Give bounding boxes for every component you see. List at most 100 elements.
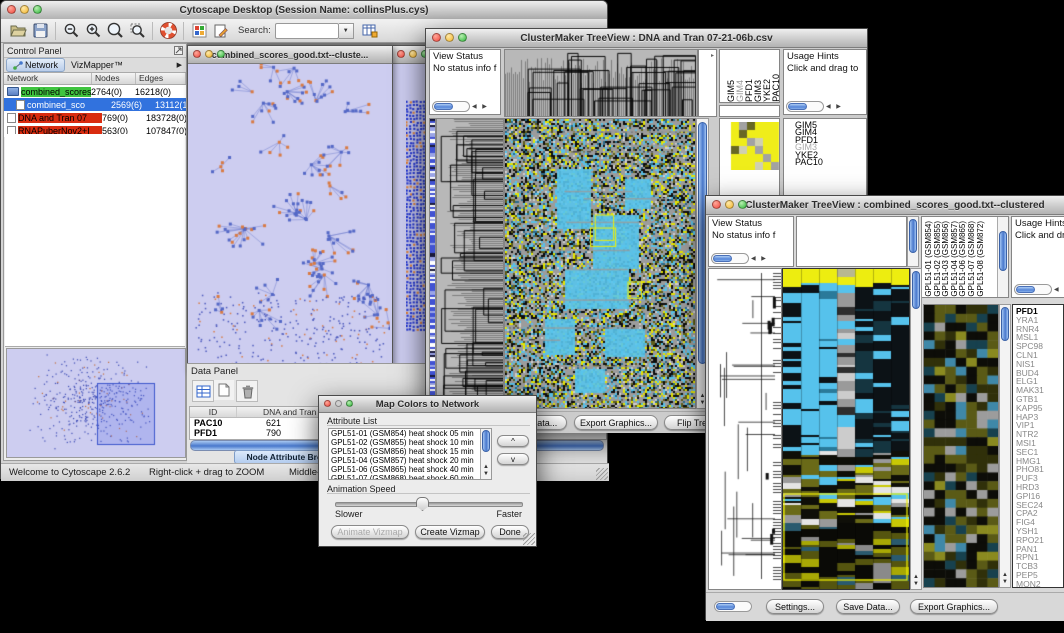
tv1-usage-hints-pane: Usage Hints Click and drag to ◀ ▶ — [783, 49, 867, 115]
network-overview-canvas[interactable] — [7, 349, 183, 455]
export-graphics-button[interactable]: Export Graphics... — [574, 415, 658, 430]
create-vizmap-button[interactable]: Create Vizmap — [415, 525, 485, 539]
gene-label[interactable]: PAC10 — [795, 159, 866, 166]
close-icon[interactable] — [712, 200, 721, 209]
attribute-item[interactable]: GPL51-02 (GSM855) heat shock 10 min — [329, 438, 491, 447]
minimize-icon[interactable] — [409, 50, 417, 58]
minimize-icon[interactable] — [205, 50, 213, 58]
similarity-matrix-canvas[interactable] — [730, 122, 780, 170]
treeview1-titlebar[interactable]: ClusterMaker TreeView : DNA and Tran 07-… — [426, 29, 867, 48]
heatmap-canvas[interactable] — [505, 119, 695, 408]
minimize-icon[interactable] — [20, 5, 29, 14]
network-list-row[interactable]: DNA and Tran 07 769(0) 183728(0) — [4, 111, 186, 124]
close-icon[interactable] — [193, 50, 201, 58]
table-mode-button[interactable] — [192, 380, 214, 402]
zoom-icon[interactable] — [458, 33, 467, 42]
close-icon[interactable] — [324, 400, 331, 407]
usage-hints-title: Usage Hints — [1012, 217, 1064, 230]
column-label[interactable]: GPL51-08 (GSM872) — [977, 221, 986, 297]
zoom-fit-button[interactable] — [105, 21, 125, 41]
network-doc-icon — [16, 100, 25, 110]
row-dendrogram-canvas[interactable] — [709, 269, 781, 589]
network-window-title: combined_scores_good.txt--cluste... — [212, 50, 369, 60]
zoom-icon[interactable] — [33, 5, 42, 14]
new-document-icon — [218, 383, 230, 397]
delete-attribute-button[interactable] — [236, 380, 258, 402]
pane-hscrollbar[interactable]: ◀ ▶ — [786, 101, 843, 112]
tv2-heatmap-vscrollbar[interactable]: ▲▼ — [910, 268, 922, 590]
treeview2-titlebar[interactable]: ClusterMaker TreeView : combined_scores_… — [706, 196, 1064, 215]
gene-label[interactable]: MON2 — [1016, 580, 1063, 588]
open-session-button[interactable] — [8, 21, 28, 41]
dialog-titlebar[interactable]: Map Colors to Network — [319, 396, 536, 413]
settings-button[interactable]: Settings... — [766, 599, 824, 614]
attribute-item[interactable]: GPL51-07 (GSM868) heat shock 60 min — [329, 474, 491, 480]
column-label[interactable]: PAC10 — [772, 74, 780, 102]
tab-vizmapper[interactable]: VizMapper™ — [65, 59, 129, 71]
tv2-column-labels: GPL51-01 (GSM854)GPL51-02 (GSM855)GPL51-… — [922, 217, 996, 297]
help-button[interactable] — [158, 21, 178, 41]
pane-hscrollbar[interactable]: ◀ ▶ — [432, 101, 489, 112]
col-nodes[interactable]: Nodes — [92, 73, 136, 84]
close-icon[interactable] — [7, 5, 16, 14]
save-data-button[interactable]: Save Data... — [836, 599, 900, 614]
pane-hscrollbar[interactable]: ◀ ▶ — [711, 253, 768, 264]
status-hint-zoom: Right-click + drag to ZOOM — [149, 467, 264, 478]
column-dendrogram-canvas[interactable] — [505, 50, 697, 116]
labels-vscrollbar[interactable] — [997, 217, 1008, 297]
zoom-icon[interactable] — [738, 200, 747, 209]
close-icon[interactable] — [432, 33, 441, 42]
col-network[interactable]: Network — [4, 73, 92, 84]
tv1-global-strip-canvas[interactable] — [429, 118, 436, 411]
zoom-out-button[interactable] — [61, 21, 81, 41]
zoom-icon[interactable] — [217, 50, 225, 58]
col-edges[interactable]: Edges — [136, 73, 186, 84]
gene-heatmap-canvas[interactable] — [924, 305, 998, 587]
network-list-row[interactable]: combined_scores 2764(0) 16218(0) — [4, 85, 186, 98]
close-icon[interactable] — [397, 50, 405, 58]
resize-grip[interactable] — [596, 468, 608, 480]
zoom-icon[interactable] — [346, 400, 353, 407]
col-id[interactable]: ID — [190, 407, 237, 417]
heatmap-canvas[interactable] — [783, 269, 909, 589]
annotation-button[interactable] — [211, 21, 231, 41]
attribute-browser-button[interactable] — [360, 21, 380, 41]
move-up-button[interactable]: ^ — [497, 435, 529, 447]
attribute-item[interactable]: GPL51-04 (GSM857) heat shock 20 min — [329, 456, 491, 465]
export-graphics-button[interactable]: Export Graphics... — [910, 599, 998, 614]
vizmapper-button[interactable] — [189, 21, 209, 41]
minimize-icon[interactable] — [725, 200, 734, 209]
pane-arrow-icon[interactable]: ▸ — [711, 52, 714, 59]
zoom-in-button[interactable] — [83, 21, 103, 41]
network-table-header: Network Nodes Edges — [4, 73, 186, 85]
search-input[interactable] — [275, 23, 339, 39]
minimize-icon — [335, 400, 342, 407]
save-session-button[interactable] — [30, 21, 50, 41]
network-overview-pane — [6, 348, 186, 458]
tv2-genes-vscrollbar[interactable]: ▲▼ — [999, 304, 1011, 588]
list-vscrollbar[interactable]: ▲▼ — [480, 429, 491, 479]
speed-slider-track[interactable] — [335, 502, 523, 507]
tab-overflow-arrow[interactable]: ▶ — [177, 61, 186, 69]
tv2-top-vscrollbar[interactable] — [907, 216, 919, 267]
pane-hscrollbar[interactable]: ◀ ▶ — [1014, 284, 1064, 295]
speed-slider-thumb[interactable] — [416, 497, 429, 511]
new-attribute-button[interactable] — [214, 380, 234, 400]
row-dendrogram-canvas[interactable] — [437, 119, 503, 408]
search-dropdown-button[interactable]: ▼ — [339, 23, 354, 39]
resize-grip[interactable] — [523, 533, 535, 545]
minimize-icon[interactable] — [445, 33, 454, 42]
float-panel-icon[interactable] — [174, 46, 183, 55]
bottom-scrollbar[interactable] — [714, 601, 752, 612]
main-titlebar[interactable]: Cytoscape Desktop (Session Name: collins… — [1, 1, 607, 20]
network-view-canvas[interactable] — [188, 64, 390, 369]
attribute-item[interactable]: GPL51-03 (GSM856) heat shock 15 min — [329, 447, 491, 456]
zoom-selected-button[interactable] — [127, 21, 147, 41]
attribute-item[interactable]: GPL51-06 (GSM865) heat shock 40 min — [329, 465, 491, 474]
view-status-title: View Status — [430, 50, 500, 63]
tab-network[interactable]: Network — [6, 58, 65, 72]
move-down-button[interactable]: v — [497, 453, 529, 465]
window-controls — [7, 5, 42, 14]
attribute-item[interactable]: GPL51-01 (GSM854) heat shock 05 min — [329, 429, 491, 438]
network-list-row[interactable]: combined_sco 2569(6) 13112(15) — [4, 98, 186, 111]
